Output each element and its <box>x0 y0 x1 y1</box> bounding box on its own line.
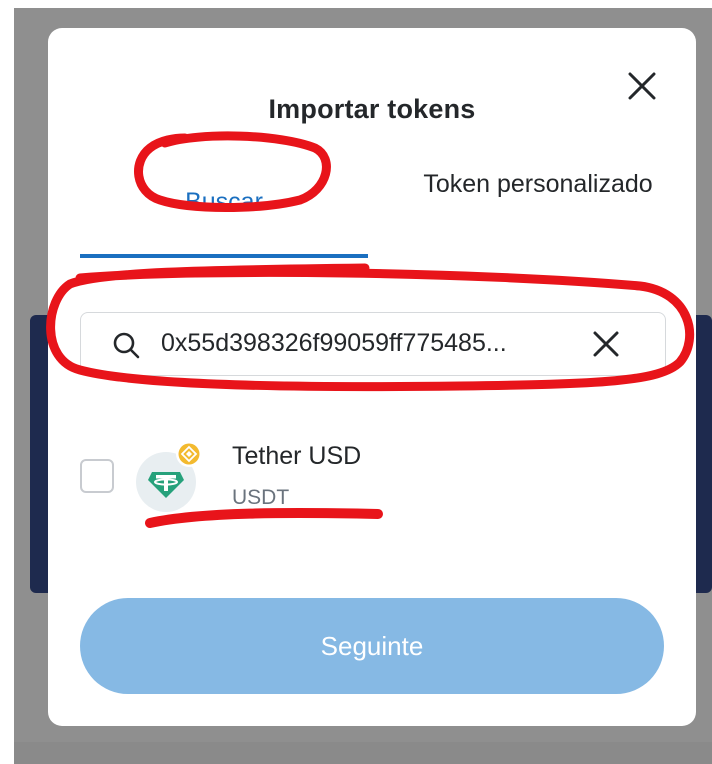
token-name: Tether USD <box>232 442 362 470</box>
clear-search-button[interactable] <box>589 327 623 361</box>
backdrop-top-strip <box>14 0 712 8</box>
clear-icon <box>593 331 619 357</box>
backdrop-left-strip <box>0 0 14 764</box>
tether-token-icon <box>136 441 202 512</box>
close-icon <box>628 72 656 100</box>
search-field[interactable]: 0x55d398326f99059ff775485... <box>80 312 666 376</box>
modal-title: Importar tokens <box>268 94 476 124</box>
token-checkbox[interactable] <box>80 459 114 493</box>
token-result-row[interactable]: Tether USD USDT <box>80 426 664 526</box>
close-button[interactable] <box>624 68 660 104</box>
tab-search[interactable]: Buscar <box>80 188 368 217</box>
import-tokens-modal: Importar tokens Buscar Token personaliza… <box>48 28 696 726</box>
tab-custom-token[interactable]: Token personalizado <box>408 162 668 206</box>
token-symbol: USDT <box>232 486 290 509</box>
search-input[interactable]: 0x55d398326f99059ff775485... <box>161 329 581 358</box>
search-icon <box>113 332 140 359</box>
next-button[interactable]: Seguinte <box>80 598 664 694</box>
backdrop-bottom <box>14 742 712 764</box>
active-tab-indicator <box>80 254 368 258</box>
